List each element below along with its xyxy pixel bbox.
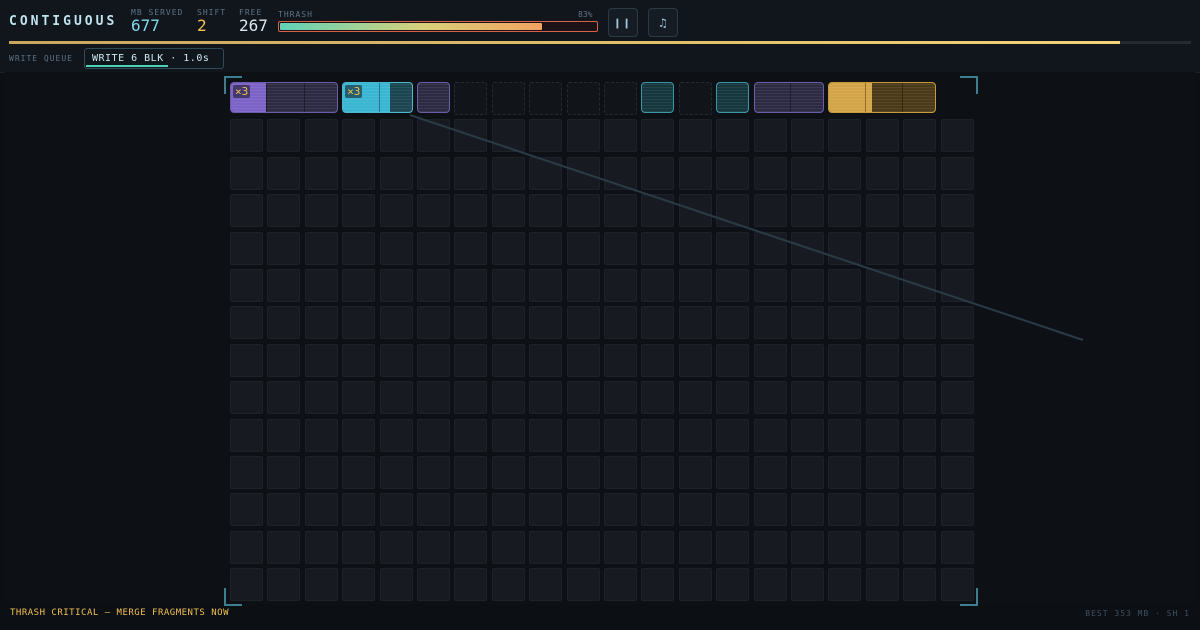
drag-guide-path xyxy=(409,114,1084,341)
board-corner-top-left xyxy=(224,76,242,94)
best-score: BEST 353 MB · SH 1 xyxy=(1085,609,1190,618)
board-corner-bottom-left xyxy=(224,588,242,606)
status-alert: THRASH CRITICAL — MERGE FRAGMENTS NOW xyxy=(10,608,229,618)
drag-guide-line xyxy=(409,114,1084,341)
board-corner-bottom-right xyxy=(960,588,978,606)
board-corner-top-right xyxy=(960,76,978,94)
